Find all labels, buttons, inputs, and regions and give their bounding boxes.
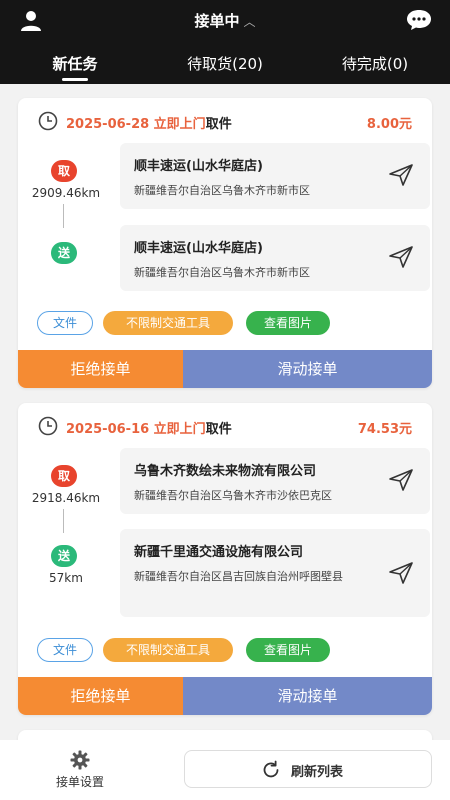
pickup-name: 顺丰速运(山水华庭店) — [134, 159, 263, 174]
order-card-header: 2025-06-16 立即上门取件 74.53元 — [18, 403, 432, 447]
pickup-address: 新疆维吾尔自治区乌鲁木齐市沙依巴克区 — [134, 489, 332, 502]
pickup-distance: 2909.46km — [31, 186, 101, 200]
tab-active-indicator — [62, 78, 88, 81]
navigate-icon[interactable] — [388, 561, 414, 585]
order-time: 2025-06-16 立即上门取件 — [66, 418, 232, 437]
delivery-address: 新疆维吾尔自治区乌鲁木齐市新市区 — [134, 266, 310, 279]
route-connector — [63, 509, 64, 533]
order-card-header: 2025-06-28 立即上门取件 8.00元 — [18, 98, 432, 142]
pickup-distance: 2918.46km — [31, 491, 101, 505]
order-settings-label: 接单设置 — [55, 775, 104, 789]
reject-order-button[interactable]: 拒绝接单 — [18, 350, 183, 388]
order-price: 74.53元 — [357, 422, 412, 437]
order-type: 取件 — [205, 422, 232, 437]
page-title[interactable]: 接单中 ︿ — [0, 10, 450, 31]
delivery-badge: 送 — [51, 242, 77, 264]
navigate-icon[interactable] — [388, 163, 414, 187]
route-connector — [63, 204, 64, 228]
chat-icon[interactable] — [405, 8, 433, 32]
order-card: 2025-06-28 立即上门取件 8.00元 取 2909.46km 送 顺丰… — [18, 98, 432, 388]
delivery-address: 新疆维吾尔自治区昌吉回族自治州呼图壁县 — [134, 570, 343, 583]
view-photos-button[interactable]: 查看图片 — [246, 311, 330, 335]
slide-accept-button[interactable]: 滑动接单 — [183, 677, 432, 715]
tag-file: 文件 — [37, 638, 93, 662]
order-date: 2025-06-16 立即上门 — [66, 422, 206, 437]
navigate-icon[interactable] — [388, 245, 414, 269]
refresh-list-label: 刷新列表 — [291, 765, 344, 780]
delivery-address-card[interactable]: 新疆千里通交通设施有限公司 新疆维吾尔自治区昌吉回族自治州呼图壁县 — [120, 529, 430, 617]
order-type: 取件 — [205, 117, 232, 132]
status-title: 接单中 — [194, 12, 240, 30]
tab-awaiting-pickup[interactable]: 待取货(20) — [187, 53, 263, 74]
delivery-name: 新疆千里通交通设施有限公司 — [134, 545, 304, 560]
navigate-icon[interactable] — [388, 468, 414, 492]
order-settings-button[interactable]: 接单设置 — [40, 750, 120, 790]
slide-accept-button[interactable]: 滑动接单 — [183, 350, 432, 388]
gear-icon — [70, 750, 90, 770]
order-time: 2025-06-28 立即上门取件 — [66, 113, 232, 132]
chevron-up-icon: ︿ — [243, 15, 256, 29]
pickup-name: 乌鲁木齐数绘未来物流有限公司 — [134, 464, 317, 479]
delivery-address-card[interactable]: 顺丰速运(山水华庭店) 新疆维吾尔自治区乌鲁木齐市新市区 — [120, 225, 430, 291]
pickup-badge: 取 — [51, 160, 77, 182]
view-photos-button[interactable]: 查看图片 — [246, 638, 330, 662]
reject-order-button[interactable]: 拒绝接单 — [18, 677, 183, 715]
top-bar: 接单中 ︿ 新任务 待取货(20) 待完成(0) — [0, 0, 450, 84]
pickup-badge: 取 — [51, 465, 77, 487]
delivery-distance: 57km — [49, 571, 83, 585]
pickup-address: 新疆维吾尔自治区乌鲁木齐市新市区 — [134, 184, 310, 197]
tag-vehicle: 不限制交通工具 — [103, 638, 233, 662]
refresh-list-button[interactable]: 刷新列表 — [184, 750, 432, 788]
order-card: 2025-06-16 立即上门取件 74.53元 取 2918.46km 送 5… — [18, 403, 432, 715]
clock-icon — [38, 111, 58, 131]
pickup-address-card[interactable]: 顺丰速运(山水华庭店) 新疆维吾尔自治区乌鲁木齐市新市区 — [120, 143, 430, 209]
order-date: 2025-06-28 立即上门 — [66, 117, 206, 132]
delivery-badge: 送 — [51, 545, 77, 567]
clock-icon — [38, 416, 58, 436]
bottom-bar: 接单设置 刷新列表 — [0, 740, 450, 800]
tab-new-tasks[interactable]: 新任务 — [52, 53, 97, 74]
refresh-icon — [263, 760, 279, 778]
order-price: 8.00元 — [366, 117, 412, 132]
delivery-name: 顺丰速运(山水华庭店) — [134, 241, 263, 256]
pickup-address-card[interactable]: 乌鲁木齐数绘未来物流有限公司 新疆维吾尔自治区乌鲁木齐市沙依巴克区 — [120, 448, 430, 514]
tag-file: 文件 — [37, 311, 93, 335]
tab-bar: 新任务 待取货(20) 待完成(0) — [0, 50, 450, 84]
tab-awaiting-completion[interactable]: 待完成(0) — [342, 53, 408, 74]
tag-vehicle: 不限制交通工具 — [103, 311, 233, 335]
